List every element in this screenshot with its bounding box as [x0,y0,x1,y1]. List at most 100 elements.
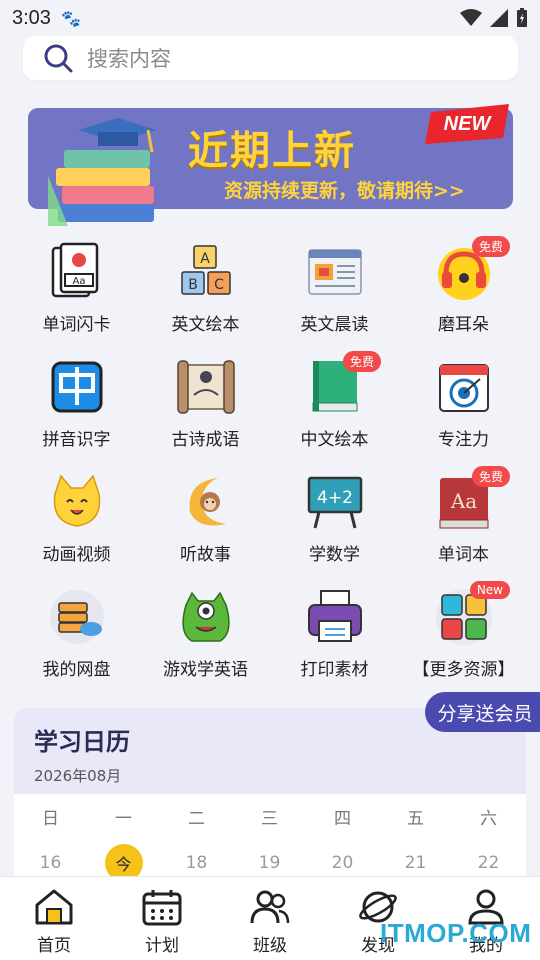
grid-row: Aa 单词闪卡 A B C 英文绘本 英文晨读 免费 磨耳朵 [12,236,528,351]
battery-icon [517,8,527,27]
grid-item-label: 打印素材 [300,660,369,680]
free-badge: 免费 [342,351,381,372]
banner-title: 近期上新 [188,128,356,174]
calendar-day[interactable]: 18 [160,853,233,873]
grid-item-more-resources[interactable]: New 【更多资源】 [399,581,528,696]
grid-item-label: 单词闪卡 [42,315,111,335]
grid-row: 我的网盘 游戏学英语 打印素材 New 【更多资源】 [12,581,528,696]
grid-item-game-english[interactable]: 游戏学英语 [141,581,270,696]
grid-item-animation-video[interactable]: 动画视频 [12,466,141,581]
weekday-label: 二 [188,808,205,829]
grid-item-english-morning-reading[interactable]: 英文晨读 [270,236,399,351]
cat-face-icon [53,474,100,527]
grid-item-learn-math[interactable]: 4+2 学数学 [270,466,399,581]
tab-plan[interactable]: 计划 [108,877,216,960]
grid-row: 拼音识字 古诗成语 免费 中文绘本 专注力 [12,351,528,466]
grid-item-label: 古诗成语 [171,430,240,450]
grid-item-word-flashcard[interactable]: Aa 单词闪卡 [12,236,141,351]
books-graduation-icon [48,118,156,226]
status-bar: 3:03 🐾 [0,0,540,36]
calendar-day[interactable]: 16 [14,853,87,873]
search-placeholder: 搜索内容 [87,47,171,71]
grid-item-label: 专注力 [438,430,489,450]
weekday-label: 日 [42,808,59,829]
free-badge: 免费 [471,466,510,487]
svg-text:Aa: Aa [449,489,476,513]
svg-text:Aa: Aa [72,276,85,287]
word-flashcard-icon: Aa [51,242,98,298]
calendar-icon [142,890,182,926]
math-board-icon: 4+2 [307,476,362,529]
learning-calendar: 学习日历 2026年08月 日 一 二 三 四 五 六 16 今 18 19 2… [14,708,526,888]
weekday-label: 五 [407,808,424,829]
group-icon [250,890,290,924]
tab-label: 首页 [37,936,71,956]
banner-subtitle: 资源持续更新，敬请期待>> [224,180,465,202]
target-icon [438,364,489,412]
weekday-label: 一 [115,808,132,829]
grid-item-label: 学数学 [309,545,360,565]
paw-notification-icon: 🐾 [60,8,81,28]
grid-item-pinyin[interactable]: 拼音识字 [12,351,141,466]
new-badge: New [469,581,510,599]
grid-item-label: 【更多资源】 [412,660,515,680]
grid-item-label: 动画视频 [42,545,111,565]
calendar-day[interactable]: 22 [452,853,525,873]
signal-icon [490,9,508,27]
svg-text:C: C [214,277,224,293]
grid-item-ear-training[interactable]: 免费 磨耳朵 [399,236,528,351]
grid-item-listen-story[interactable]: 听故事 [141,466,270,581]
calendar-weekdays: 日 一 二 三 四 五 六 [14,794,526,838]
search-icon [44,44,73,73]
search-input[interactable]: 搜索内容 [23,36,518,80]
grid-item-label: 中文绘本 [300,430,369,450]
scroll-icon [176,360,235,414]
grid-item-chinese-picture-book[interactable]: 免费 中文绘本 [270,351,399,466]
pinyin-icon [51,361,102,413]
calendar-day[interactable]: 19 [233,853,306,873]
printer-icon [307,590,362,642]
grid-item-focus[interactable]: 专注力 [399,351,528,466]
svg-text:A: A [200,251,210,267]
tab-label: 班级 [253,936,287,956]
cloud-drive-icon [49,590,104,644]
calendar-day[interactable]: 21 [379,853,452,873]
clock: 3:03 [12,6,51,29]
grid-row: 动画视频 听故事 4+2 学数学 Aa 免费 单词本 [12,466,528,581]
green-monster-icon [181,591,230,642]
weekday-label: 三 [261,808,278,829]
grid-item-wordbook[interactable]: Aa 免费 单词本 [399,466,528,581]
grid-item-label: 游戏学英语 [163,660,248,680]
grid-item-label: 磨耳朵 [438,315,489,335]
svg-text:4+2: 4+2 [317,488,353,508]
calendar-month: 2026年08月 [34,767,122,785]
grid-item-label: 英文晨读 [300,315,369,335]
svg-text:B: B [188,277,198,293]
tab-home[interactable]: 首页 [0,877,108,960]
grid-item-label: 我的网盘 [42,660,111,680]
watermark: ITMOP.COM [380,918,532,948]
share-for-membership-button[interactable]: 分享送会员 [425,692,540,732]
grid-item-poetry-idioms[interactable]: 古诗成语 [141,351,270,466]
system-indicators [460,8,528,28]
feature-grid: Aa 单词闪卡 A B C 英文绘本 英文晨读 免费 磨耳朵 拼音识字 古诗成语… [12,236,528,696]
grid-item-english-picture-book[interactable]: A B C 英文绘本 [141,236,270,351]
tab-class[interactable]: 班级 [216,877,324,960]
home-icon [35,889,73,925]
calendar-day[interactable]: 20 [306,853,379,873]
grid-item-label: 英文绘本 [171,315,240,335]
new-tag-icon: NEW [425,104,509,144]
moon-monkey-icon [189,478,226,526]
grid-item-label: 听故事 [180,545,231,565]
tab-label: 计划 [145,936,179,956]
wifi-icon [460,9,482,26]
weekday-label: 四 [334,808,351,829]
grid-item-label: 拼音识字 [42,430,111,450]
free-badge: 免费 [471,236,510,257]
abc-blocks-icon: A B C [180,245,231,295]
grid-item-print-materials[interactable]: 打印素材 [270,581,399,696]
new-content-banner[interactable]: 近期上新 资源持续更新，敬请期待>> NEW [28,104,513,226]
grid-item-my-drive[interactable]: 我的网盘 [12,581,141,696]
newspaper-icon [307,249,362,295]
weekday-label: 六 [480,808,497,829]
